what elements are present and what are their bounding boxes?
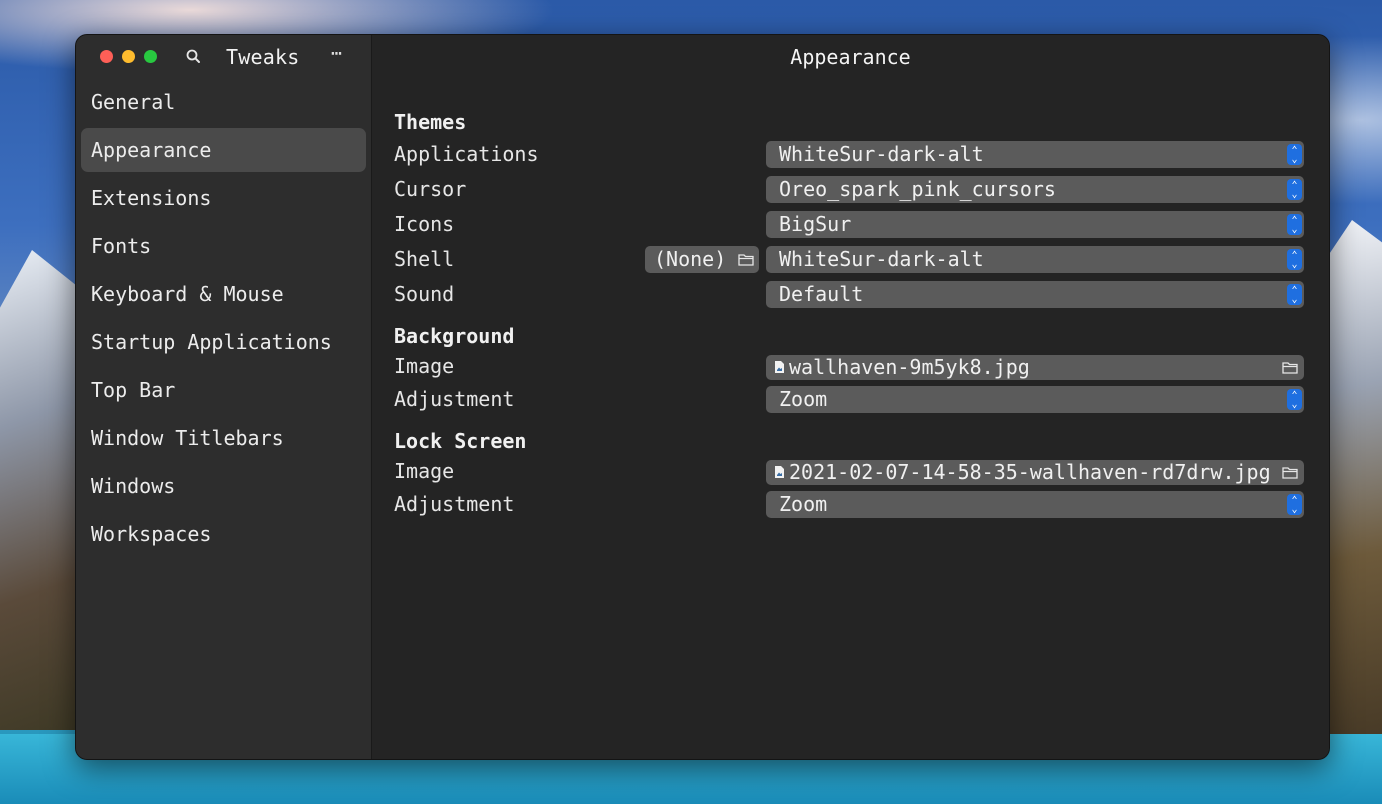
page-title: Appearance <box>790 45 911 69</box>
updown-arrows-icon: ⌃ ⌄ <box>1287 214 1302 235</box>
lock-screen-image-value: 2021-02-07-14-58-35-wallhaven-rd7drw.jpg <box>789 460 1271 484</box>
background-image-value: wallhaven-9m5yk8.jpg <box>789 355 1030 379</box>
lock-screen-image-chooser[interactable]: 2021-02-07-14-58-35-wallhaven-rd7drw.jpg <box>766 460 1304 485</box>
document-icon <box>775 465 784 478</box>
sidebar-item-workspaces[interactable]: Workspaces <box>81 512 366 556</box>
shell-theme-combo[interactable]: WhiteSur-dark-alt ⌃ ⌄ <box>766 246 1304 273</box>
main-content: Appearance Themes Applications WhiteSur-… <box>372 35 1329 759</box>
shell-theme-value: WhiteSur-dark-alt <box>779 247 984 271</box>
background-image-label: Image <box>394 354 455 378</box>
background-adjustment-combo[interactable]: Zoom ⌃ ⌄ <box>766 386 1304 413</box>
updown-arrows-icon: ⌃ ⌄ <box>1287 284 1302 305</box>
lock-screen-adjustment-combo[interactable]: Zoom ⌃ ⌄ <box>766 491 1304 518</box>
app-title: Tweaks <box>226 45 300 69</box>
updown-arrows-icon: ⌃ ⌄ <box>1287 249 1302 270</box>
folder-icon <box>738 254 754 266</box>
background-image-chooser[interactable]: wallhaven-9m5yk8.jpg <box>766 355 1304 380</box>
folder-icon <box>1282 467 1298 479</box>
window-controls <box>100 50 157 63</box>
updown-arrows-icon: ⌃ ⌄ <box>1287 494 1302 515</box>
sidebar-item-top-bar[interactable]: Top Bar <box>81 368 366 412</box>
icons-label: Icons <box>394 212 455 236</box>
icons-theme-value: BigSur <box>779 212 852 236</box>
sidebar-item-startup-applications[interactable]: Startup Applications <box>81 320 366 364</box>
icons-theme-combo[interactable]: BigSur ⌃ ⌄ <box>766 211 1304 238</box>
sidebar-item-keyboard-mouse[interactable]: Keyboard & Mouse <box>81 272 366 316</box>
sidebar-item-extensions[interactable]: Extensions <box>81 176 366 220</box>
lock-screen-adjustment-label: Adjustment <box>394 492 515 516</box>
shell-file-button[interactable]: (None) <box>645 246 759 273</box>
updown-arrows-icon: ⌃ ⌄ <box>1287 144 1302 165</box>
folder-icon <box>1282 362 1298 374</box>
section-themes: Themes <box>394 110 467 134</box>
section-background: Background <box>394 324 515 348</box>
sound-label: Sound <box>394 282 455 306</box>
sound-theme-combo[interactable]: Default ⌃ ⌄ <box>766 281 1304 308</box>
background-adjustment-label: Adjustment <box>394 387 515 411</box>
maximize-button[interactable] <box>144 50 157 63</box>
shell-label: Shell <box>394 247 455 271</box>
sound-theme-value: Default <box>779 282 864 306</box>
cursor-theme-combo[interactable]: Oreo_spark_pink_cursors ⌃ ⌄ <box>766 176 1304 203</box>
close-button[interactable] <box>100 50 113 63</box>
background-adjustment-value: Zoom <box>779 387 828 411</box>
tweaks-window: Tweaks ⋯ General Appearance Extensions F… <box>75 34 1330 760</box>
section-lock-screen: Lock Screen <box>394 429 527 453</box>
shell-file-value: (None) <box>654 247 727 271</box>
lock-screen-adjustment-value: Zoom <box>779 492 828 516</box>
sidebar-nav: General Appearance Extensions Fonts Keyb… <box>81 80 366 560</box>
wallpaper-mountain-left <box>0 250 80 730</box>
sidebar-item-fonts[interactable]: Fonts <box>81 224 366 268</box>
search-icon[interactable] <box>184 47 204 67</box>
cursor-theme-value: Oreo_spark_pink_cursors <box>779 177 1056 201</box>
sidebar-item-window-titlebars[interactable]: Window Titlebars <box>81 416 366 460</box>
document-icon <box>775 360 784 373</box>
applications-theme-value: WhiteSur-dark-alt <box>779 142 984 166</box>
updown-arrows-icon: ⌃ ⌄ <box>1287 179 1302 200</box>
more-icon[interactable]: ⋯ <box>331 43 342 64</box>
minimize-button[interactable] <box>122 50 135 63</box>
sidebar-item-general[interactable]: General <box>81 80 366 124</box>
sidebar-item-appearance[interactable]: Appearance <box>81 128 366 172</box>
sidebar: Tweaks ⋯ General Appearance Extensions F… <box>76 35 372 759</box>
updown-arrows-icon: ⌃ ⌄ <box>1287 389 1302 410</box>
applications-label: Applications <box>394 142 539 166</box>
lock-screen-image-label: Image <box>394 459 455 483</box>
wallpaper-mountain-right <box>1322 220 1382 780</box>
sidebar-item-windows[interactable]: Windows <box>81 464 366 508</box>
cursor-label: Cursor <box>394 177 467 201</box>
applications-theme-combo[interactable]: WhiteSur-dark-alt ⌃ ⌄ <box>766 141 1304 168</box>
